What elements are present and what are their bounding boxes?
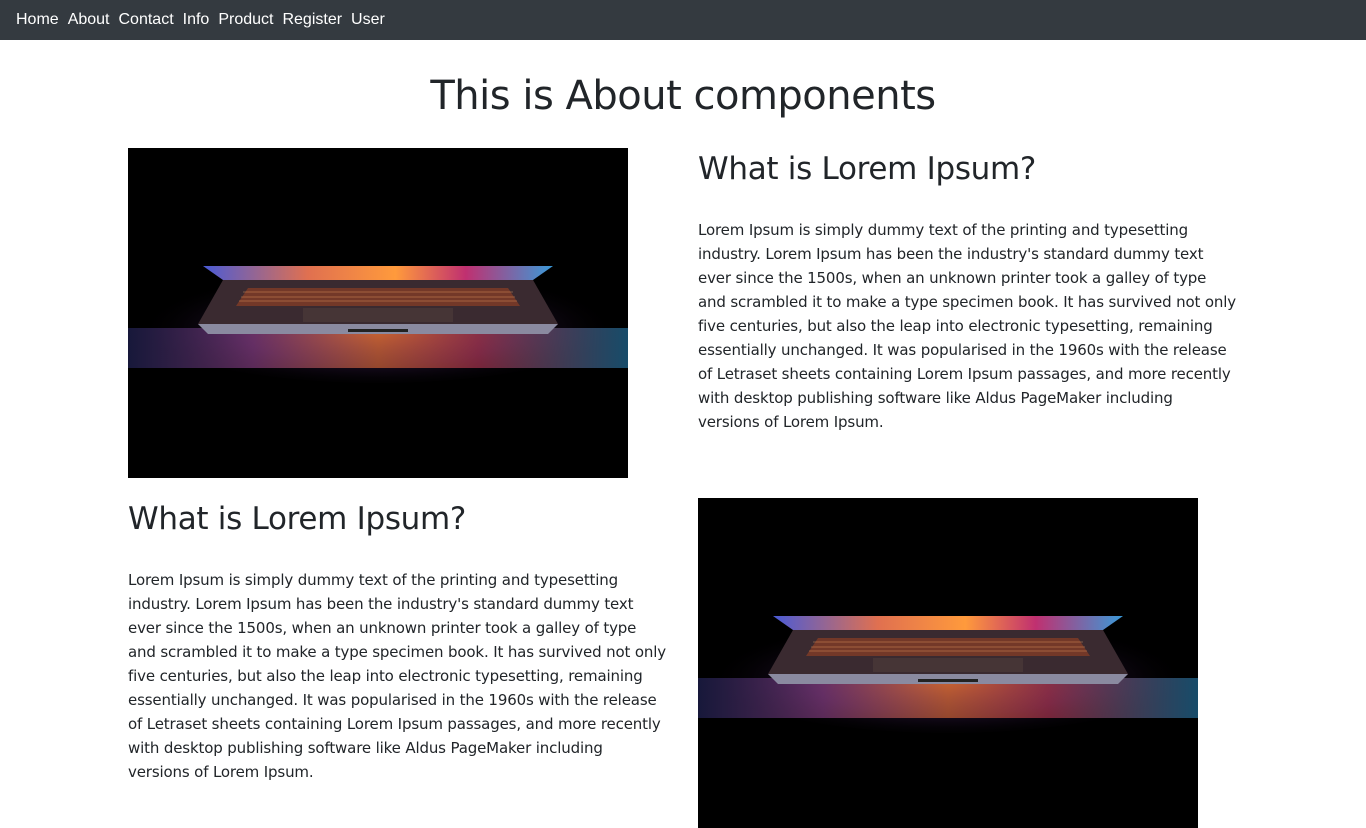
nav-link-home[interactable]: Home	[16, 0, 59, 40]
nav-link-contact[interactable]: Contact	[119, 0, 174, 40]
section-body-1: Lorem Ipsum is simply dummy text of the …	[698, 221, 1236, 431]
section-heading-1: What is Lorem Ipsum?	[698, 151, 1037, 187]
page-title: This is About components	[430, 73, 936, 119]
nav-link-about[interactable]: About	[68, 0, 110, 40]
nav-link-user[interactable]: User	[351, 0, 385, 40]
section-heading-2: What is Lorem Ipsum?	[128, 501, 467, 537]
top-navbar: Home About Contact Info Product Register…	[0, 0, 1366, 40]
nav-link-product[interactable]: Product	[218, 0, 273, 40]
nav-link-register[interactable]: Register	[282, 0, 342, 40]
laptop-photo	[128, 148, 628, 478]
section-body-2: Lorem Ipsum is simply dummy text of the …	[128, 571, 666, 781]
laptop-photo	[698, 498, 1198, 828]
nav-link-info[interactable]: Info	[183, 0, 210, 40]
